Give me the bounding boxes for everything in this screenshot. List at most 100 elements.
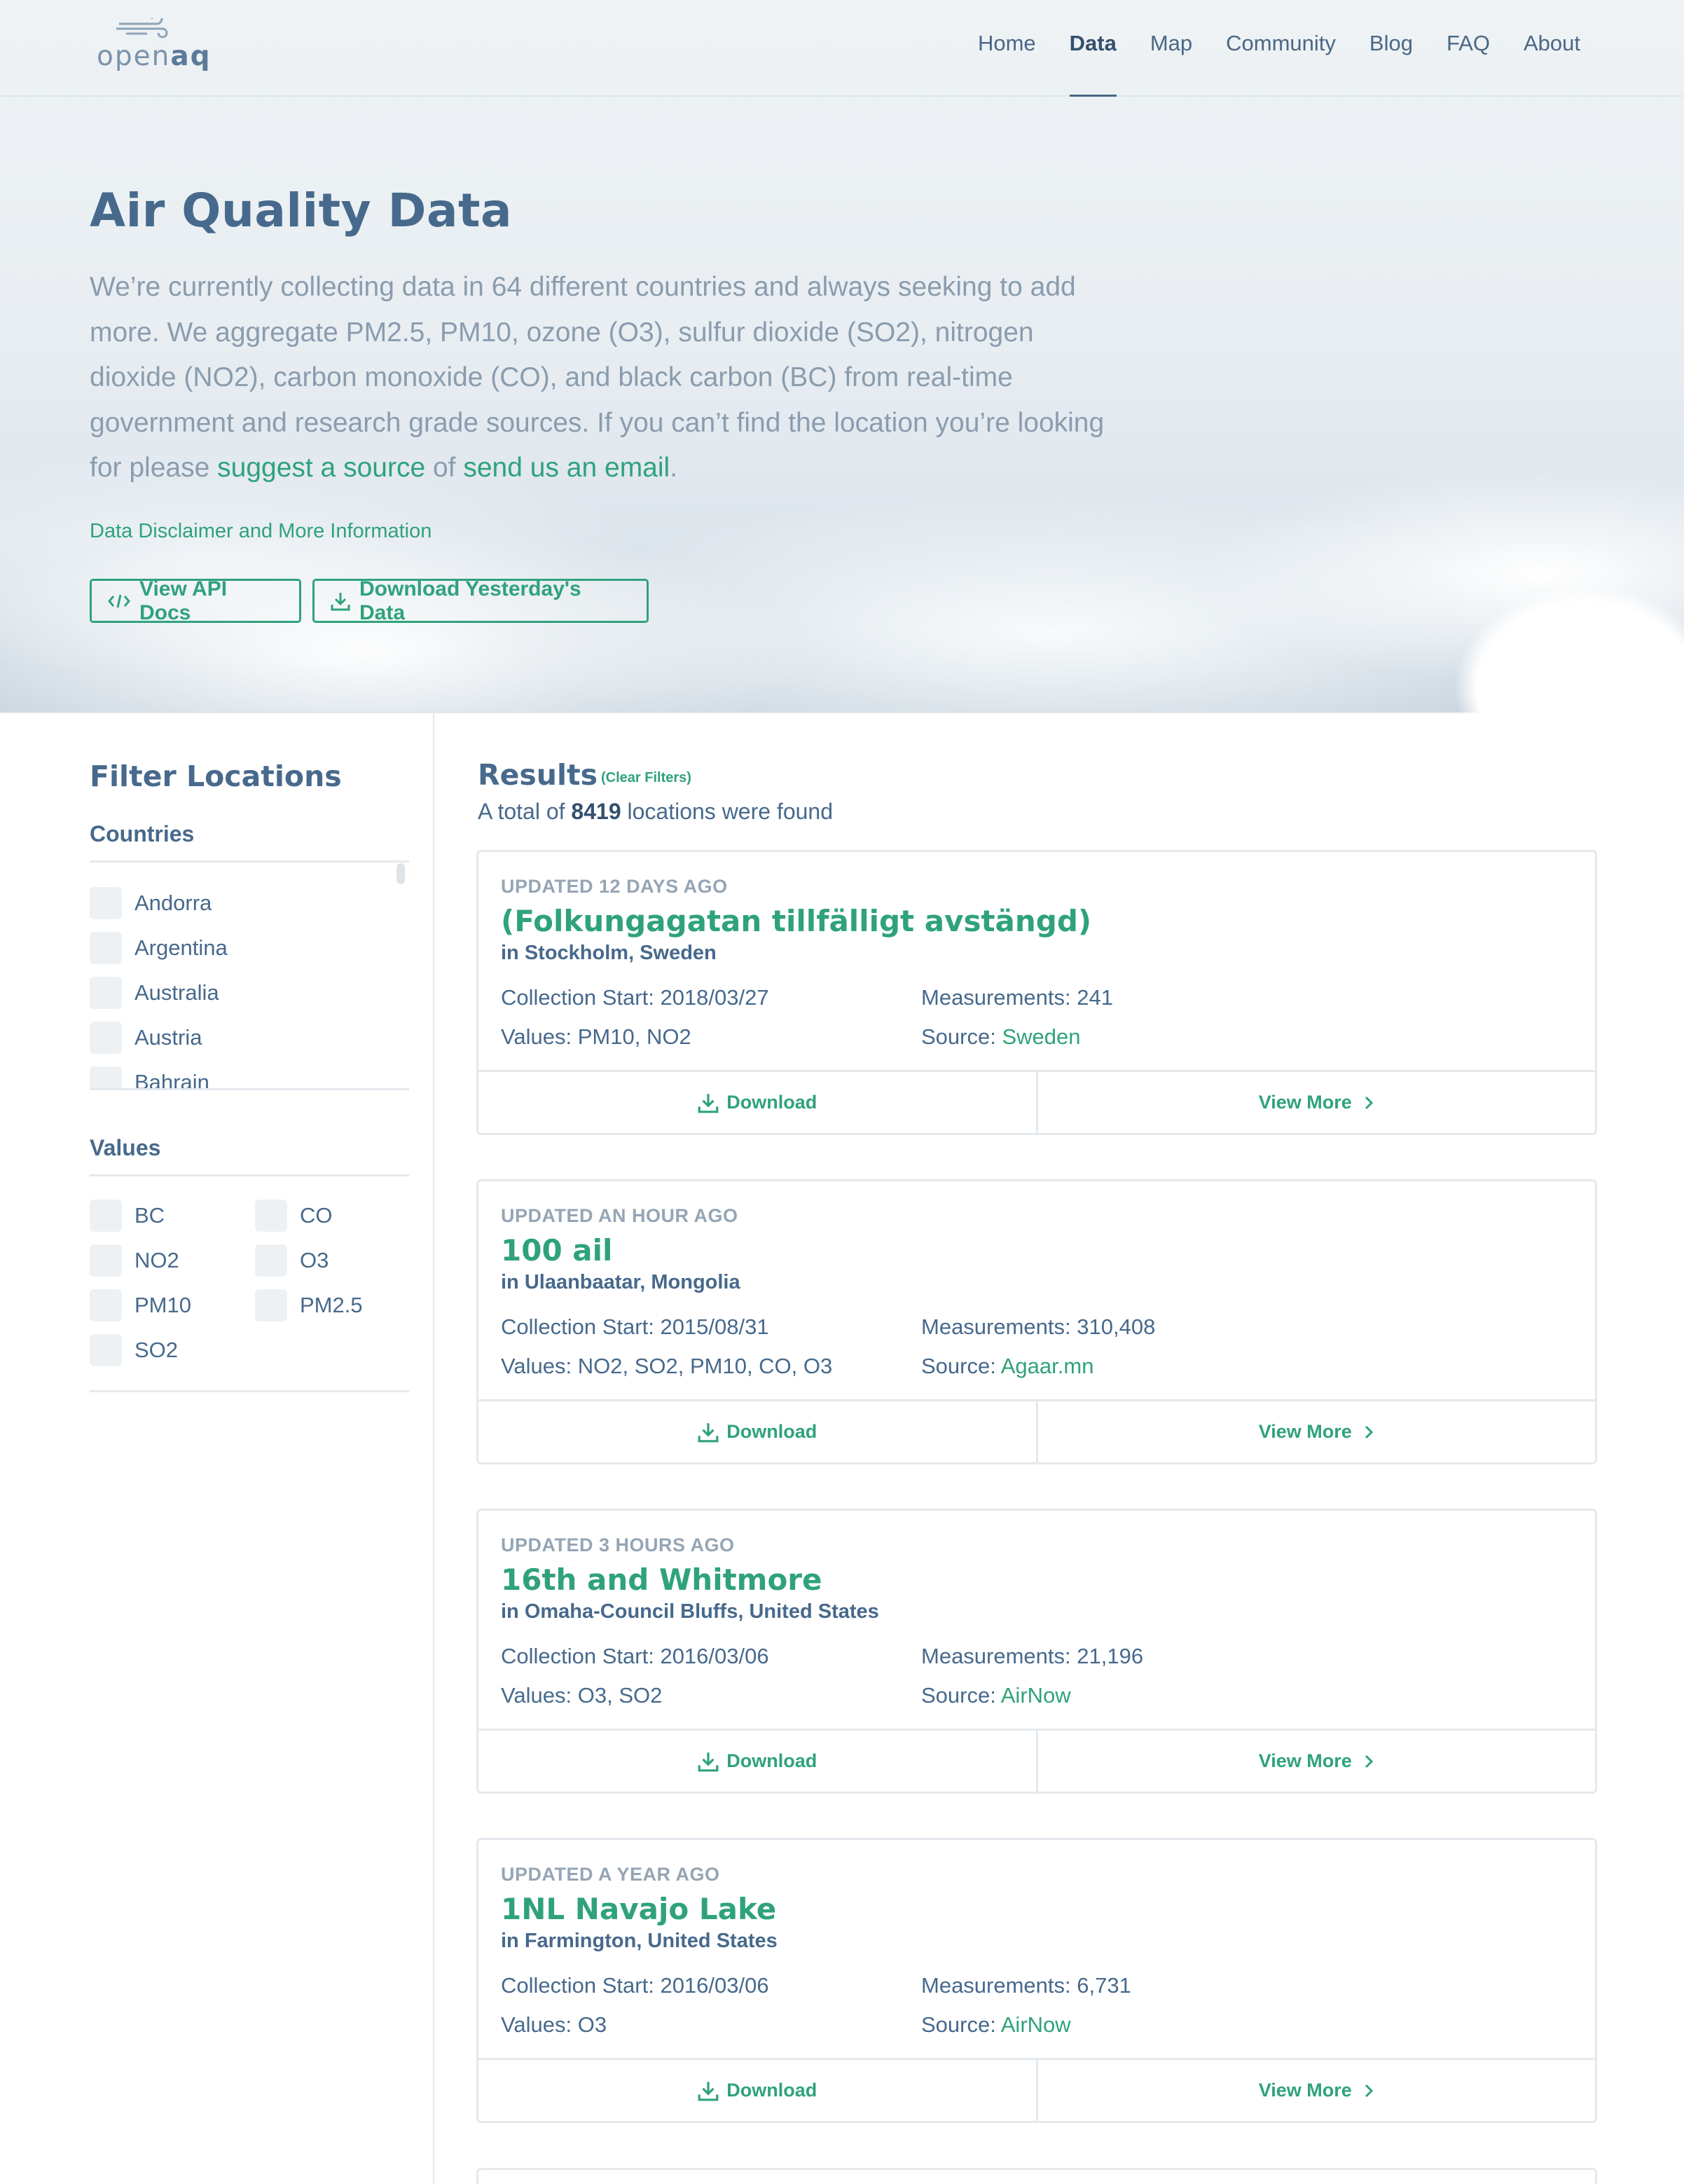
location-card-partial: [476, 2168, 1597, 2184]
source-link[interactable]: AirNow: [1001, 2012, 1071, 2037]
view-more-button[interactable]: View More: [1035, 1731, 1596, 1792]
values: Values: O3, SO2: [501, 1683, 662, 1708]
country-label: Andorra: [134, 891, 212, 915]
download-label: Download: [726, 2080, 817, 2101]
country-label: Bahrain: [134, 1070, 209, 1089]
download-button[interactable]: Download: [478, 1401, 1036, 1462]
location-name-link[interactable]: 1NL Navajo Lake: [501, 1892, 776, 1926]
checkbox[interactable]: [90, 932, 122, 964]
value-label: NO2: [134, 1248, 179, 1272]
measurements-label: Measurements:: [921, 1314, 1071, 1339]
country-option-bahrain[interactable]: Bahrain: [90, 1066, 209, 1089]
snow-peak-decoration: [1362, 504, 1684, 715]
value-label: PM10: [134, 1293, 191, 1317]
location-place: in Stockholm, Sweden: [501, 942, 717, 964]
collection-start: Collection Start: 2018/03/27: [501, 985, 769, 1010]
country-option-argentina[interactable]: Argentina: [90, 932, 228, 964]
measurements-label: Measurements:: [921, 1973, 1071, 1998]
data-disclaimer-link[interactable]: Data Disclaimer and More Information: [90, 520, 432, 543]
checkbox[interactable]: [255, 1244, 287, 1277]
value-option-so2[interactable]: SO2: [90, 1334, 178, 1366]
value-option-no2[interactable]: NO2: [90, 1244, 179, 1277]
countries-label: Countries: [90, 821, 195, 846]
location-place: in Ulaanbaatar, Mongolia: [501, 1271, 740, 1293]
updated-when: 3 HOURS AGO: [599, 1534, 735, 1555]
location-name-link[interactable]: 100 ail: [501, 1233, 612, 1268]
checkbox[interactable]: [90, 1022, 122, 1054]
updated-time: UPDATED 3 HOURS AGO: [501, 1534, 735, 1556]
source-link[interactable]: Sweden: [1002, 1024, 1080, 1049]
view-more-label: View More: [1258, 1750, 1352, 1771]
view-more-button[interactable]: View More: [1035, 1401, 1596, 1462]
checkbox[interactable]: [90, 887, 122, 919]
checkbox[interactable]: [255, 1289, 287, 1321]
value-label: BC: [134, 1203, 165, 1228]
view-more-label: View More: [1258, 2080, 1352, 2101]
location-card: UPDATED 3 HOURS AGO 16th and Whitmore in…: [476, 1509, 1597, 1794]
checkbox[interactable]: [90, 1289, 122, 1321]
location-card: UPDATED 12 DAYS AGO (Folkungagatan tillf…: [476, 850, 1597, 1135]
checkbox[interactable]: [90, 1334, 122, 1366]
location-name-link[interactable]: 16th and Whitmore: [501, 1563, 822, 1597]
updated-when: A YEAR AGO: [598, 1864, 720, 1885]
updated-time: UPDATED 12 DAYS AGO: [501, 876, 728, 898]
clear-filters-link[interactable]: (Clear Filters): [601, 770, 691, 786]
values-value: O3, SO2: [577, 1683, 663, 1708]
checkbox[interactable]: [90, 1244, 122, 1277]
download-yesterdays-data-button[interactable]: Download Yesterday's Data: [312, 577, 649, 624]
value-option-o3[interactable]: O3: [255, 1244, 329, 1277]
value-option-bc[interactable]: BC: [90, 1200, 165, 1232]
download-button[interactable]: Download: [478, 1072, 1036, 1133]
send-email-link[interactable]: send us an email: [463, 453, 670, 483]
measurements: Measurements: 241: [921, 985, 1113, 1010]
source-link[interactable]: AirNow: [1001, 1683, 1071, 1708]
measurements-value: 6,731: [1077, 1973, 1131, 1998]
results-total: A total of 8419 locations were found: [478, 799, 833, 825]
value-option-co[interactable]: CO: [255, 1200, 333, 1232]
nav-faq[interactable]: FAQ: [1447, 31, 1490, 97]
updated-when: AN HOUR AGO: [598, 1205, 738, 1226]
values: Values: NO2, SO2, PM10, CO, O3: [501, 1354, 832, 1379]
openaq-logo[interactable]: openaq: [97, 18, 210, 74]
nav-community[interactable]: Community: [1226, 31, 1336, 97]
values: Values: O3: [501, 2012, 607, 2038]
checkbox[interactable]: [90, 977, 122, 1009]
view-more-button[interactable]: View More: [1035, 2060, 1596, 2121]
location-name-link[interactable]: (Folkungagatan tillfälligt avstängd): [501, 904, 1091, 938]
filter-locations-title: Filter Locations: [90, 760, 342, 793]
value-label: SO2: [134, 1338, 179, 1362]
source-link[interactable]: Agaar.mn: [1001, 1354, 1094, 1378]
countries-top-rule: [90, 860, 409, 863]
download-label: Download: [726, 1750, 817, 1771]
nav-blog[interactable]: Blog: [1369, 31, 1413, 97]
country-option-australia[interactable]: Australia: [90, 977, 219, 1009]
collection-start-label: Collection Start:: [501, 1314, 654, 1339]
download-button[interactable]: Download: [478, 2060, 1036, 2121]
nav-about[interactable]: About: [1524, 31, 1580, 97]
country-option-andorra[interactable]: Andorra: [90, 887, 212, 919]
checkbox[interactable]: [90, 1066, 122, 1089]
download-icon: [330, 591, 351, 612]
country-option-austria[interactable]: Austria: [90, 1022, 202, 1054]
download-button[interactable]: Download: [478, 1731, 1036, 1792]
view-api-docs-button[interactable]: View API Docs: [90, 577, 301, 624]
collection-start: Collection Start: 2016/03/06: [501, 1644, 769, 1669]
view-more-button[interactable]: View More: [1035, 1072, 1596, 1133]
collection-start-label: Collection Start:: [501, 1973, 654, 1998]
nav-map[interactable]: Map: [1150, 31, 1192, 97]
intro-body: We’re currently collecting data in 64 di…: [90, 272, 1105, 483]
checkbox[interactable]: [255, 1200, 287, 1232]
location-card: UPDATED A YEAR AGO 1NL Navajo Lake in Fa…: [476, 1838, 1597, 2123]
download-label: Download: [726, 1421, 817, 1442]
source-label: Source:: [921, 2012, 996, 2037]
suggest-source-link[interactable]: suggest a source: [217, 453, 425, 483]
updated-prefix: UPDATED: [501, 876, 594, 897]
values-value: PM10, NO2: [577, 1024, 691, 1049]
value-option-pm10[interactable]: PM10: [90, 1289, 191, 1321]
value-option-pm25[interactable]: PM2.5: [255, 1289, 363, 1321]
nav-home[interactable]: Home: [978, 31, 1036, 97]
checkbox[interactable]: [90, 1200, 122, 1232]
intro-connector: of: [432, 453, 456, 483]
top-navigation-bar: openaq Home Data Map Community Blog FAQ …: [0, 0, 1684, 97]
nav-data[interactable]: Data: [1069, 31, 1117, 97]
